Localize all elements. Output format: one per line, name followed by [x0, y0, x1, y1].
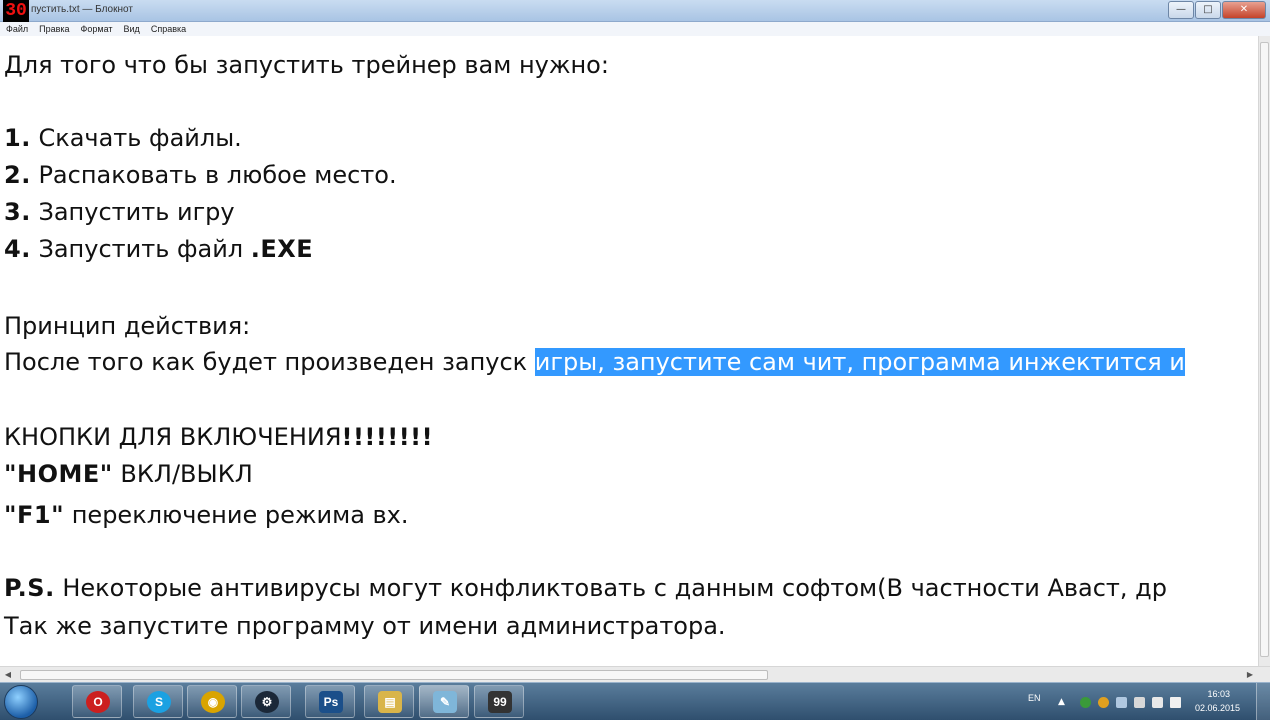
scroll-right-arrow-icon[interactable]: ▶: [1244, 669, 1256, 681]
home-key-label: "HOME": [4, 460, 113, 488]
taskbar-app-opera[interactable]: O: [72, 685, 122, 718]
text-line-intro: Для того что бы запустить трейнер вам ну…: [4, 51, 609, 79]
volume-icon[interactable]: [1170, 697, 1181, 708]
maximize-button[interactable]: □: [1195, 1, 1221, 19]
tray-app-icon[interactable]: [1098, 697, 1109, 708]
channel-logo: 30: [3, 0, 29, 22]
text-line-principle: После того как будет произведен запуск и…: [4, 345, 1185, 379]
text-line-admin: Так же запустите программу от имени адми…: [4, 612, 726, 640]
taskbar-app-photoshop[interactable]: Ps: [305, 685, 355, 718]
taskbar-app-explorer[interactable]: ▤: [364, 685, 414, 718]
horizontal-scroll-thumb[interactable]: [20, 670, 768, 680]
step-number: 1.: [4, 124, 31, 152]
f1-key-label: "F1": [4, 501, 65, 529]
taskbar-app-chrome[interactable]: ◉: [187, 685, 237, 718]
menu-bar: Файл Правка Формат Вид Справка: [0, 22, 1270, 36]
ps-text: Некоторые антивирусы могут конфликтовать…: [54, 574, 1167, 602]
system-tray: EN ▲ 16:03 02.06.2015: [1000, 683, 1270, 720]
f1-key-desc: переключение режима вх.: [64, 501, 409, 529]
taskbar-app-game[interactable]: 99: [474, 685, 524, 718]
skype-icon: S: [147, 691, 171, 713]
text-editor[interactable]: Для того что бы запустить трейнер вам ну…: [0, 36, 1258, 666]
minimize-button[interactable]: —: [1168, 1, 1194, 19]
file-extension: .EXE: [250, 235, 314, 263]
step-text: Запустить файл: [30, 235, 251, 263]
vertical-scroll-thumb[interactable]: [1260, 42, 1269, 657]
step-text: Распаковать в любое место.: [30, 161, 397, 189]
text-line-step1: 1. Скачать файлы.: [4, 121, 242, 155]
clock-date[interactable]: 02.06.2015: [1195, 703, 1240, 713]
window-controls: — □ ✕: [1167, 1, 1266, 19]
chrome-icon: ◉: [201, 691, 225, 713]
selected-text: игры, запустите сам чит, программа инжек…: [534, 348, 1185, 376]
home-key-desc: ВКЛ/ВЫКЛ: [112, 460, 253, 488]
tray-app-icon[interactable]: [1080, 697, 1091, 708]
text-line-home: "HOME" ВКЛ/ВЫКЛ: [4, 457, 253, 491]
menu-edit[interactable]: Правка: [39, 24, 69, 34]
text-line-step3: 3. Запустить игру: [4, 195, 235, 229]
language-indicator[interactable]: EN: [1028, 693, 1041, 703]
tray-expand-icon[interactable]: ▲: [1058, 697, 1069, 708]
text-line-principle-label: Принцип действия:: [4, 312, 251, 340]
photoshop-icon: Ps: [319, 691, 343, 713]
game-icon: 99: [488, 691, 512, 713]
notepad-icon: ✎: [433, 691, 457, 713]
taskbar-app-skype[interactable]: S: [133, 685, 183, 718]
title-bar: 30 пустить.txt — Блокнот — □ ✕: [0, 0, 1270, 22]
tray-app-icon[interactable]: [1134, 697, 1145, 708]
text-line-step2: 2. Распаковать в любое место.: [4, 158, 397, 192]
principle-text: После того как будет произведен запуск: [4, 348, 535, 376]
vertical-scrollbar[interactable]: [1258, 36, 1270, 666]
ps-label: P.S.: [4, 574, 55, 602]
tray-app-icon[interactable]: [1116, 697, 1127, 708]
exclamations: !!!!!!!!: [341, 423, 434, 451]
buttons-heading: КНОПКИ ДЛЯ ВКЛЮЧЕНИЯ: [4, 423, 342, 451]
menu-view[interactable]: Вид: [124, 24, 140, 34]
network-icon[interactable]: [1152, 697, 1163, 708]
scroll-left-arrow-icon[interactable]: ◀: [2, 669, 14, 681]
menu-file[interactable]: Файл: [6, 24, 28, 34]
steam-icon: ⚙: [255, 691, 279, 713]
step-text: Скачать файлы.: [30, 124, 242, 152]
clock-time[interactable]: 16:03: [1207, 689, 1230, 699]
text-line-step4: 4. Запустить файл .EXE: [4, 232, 313, 266]
menu-format[interactable]: Формат: [81, 24, 113, 34]
show-desktop-button[interactable]: [1256, 683, 1270, 720]
step-text: Запустить игру: [30, 198, 235, 226]
menu-help[interactable]: Справка: [151, 24, 186, 34]
taskbar-app-notepad[interactable]: ✎: [419, 685, 469, 718]
step-number: 2.: [4, 161, 31, 189]
start-button[interactable]: [4, 685, 38, 719]
window-title: пустить.txt — Блокнот: [31, 4, 133, 15]
taskbar-app-steam[interactable]: ⚙: [241, 685, 291, 718]
text-line-buttons-heading: КНОПКИ ДЛЯ ВКЛЮЧЕНИЯ!!!!!!!!: [4, 420, 433, 454]
taskbar: O S ◉ ⚙ Ps ▤ ✎ 99 EN ▲ 16:03 02.06.2015: [0, 682, 1270, 720]
step-number: 3.: [4, 198, 31, 226]
folder-icon: ▤: [378, 691, 402, 713]
horizontal-scrollbar[interactable]: ◀ ▶: [0, 666, 1270, 682]
opera-icon: O: [86, 691, 110, 713]
close-button[interactable]: ✕: [1222, 1, 1266, 19]
step-number: 4.: [4, 235, 31, 263]
text-line-ps: P.S. Некоторые антивирусы могут конфликт…: [4, 571, 1167, 605]
text-line-f1: "F1" переключение режима вх.: [4, 498, 409, 532]
